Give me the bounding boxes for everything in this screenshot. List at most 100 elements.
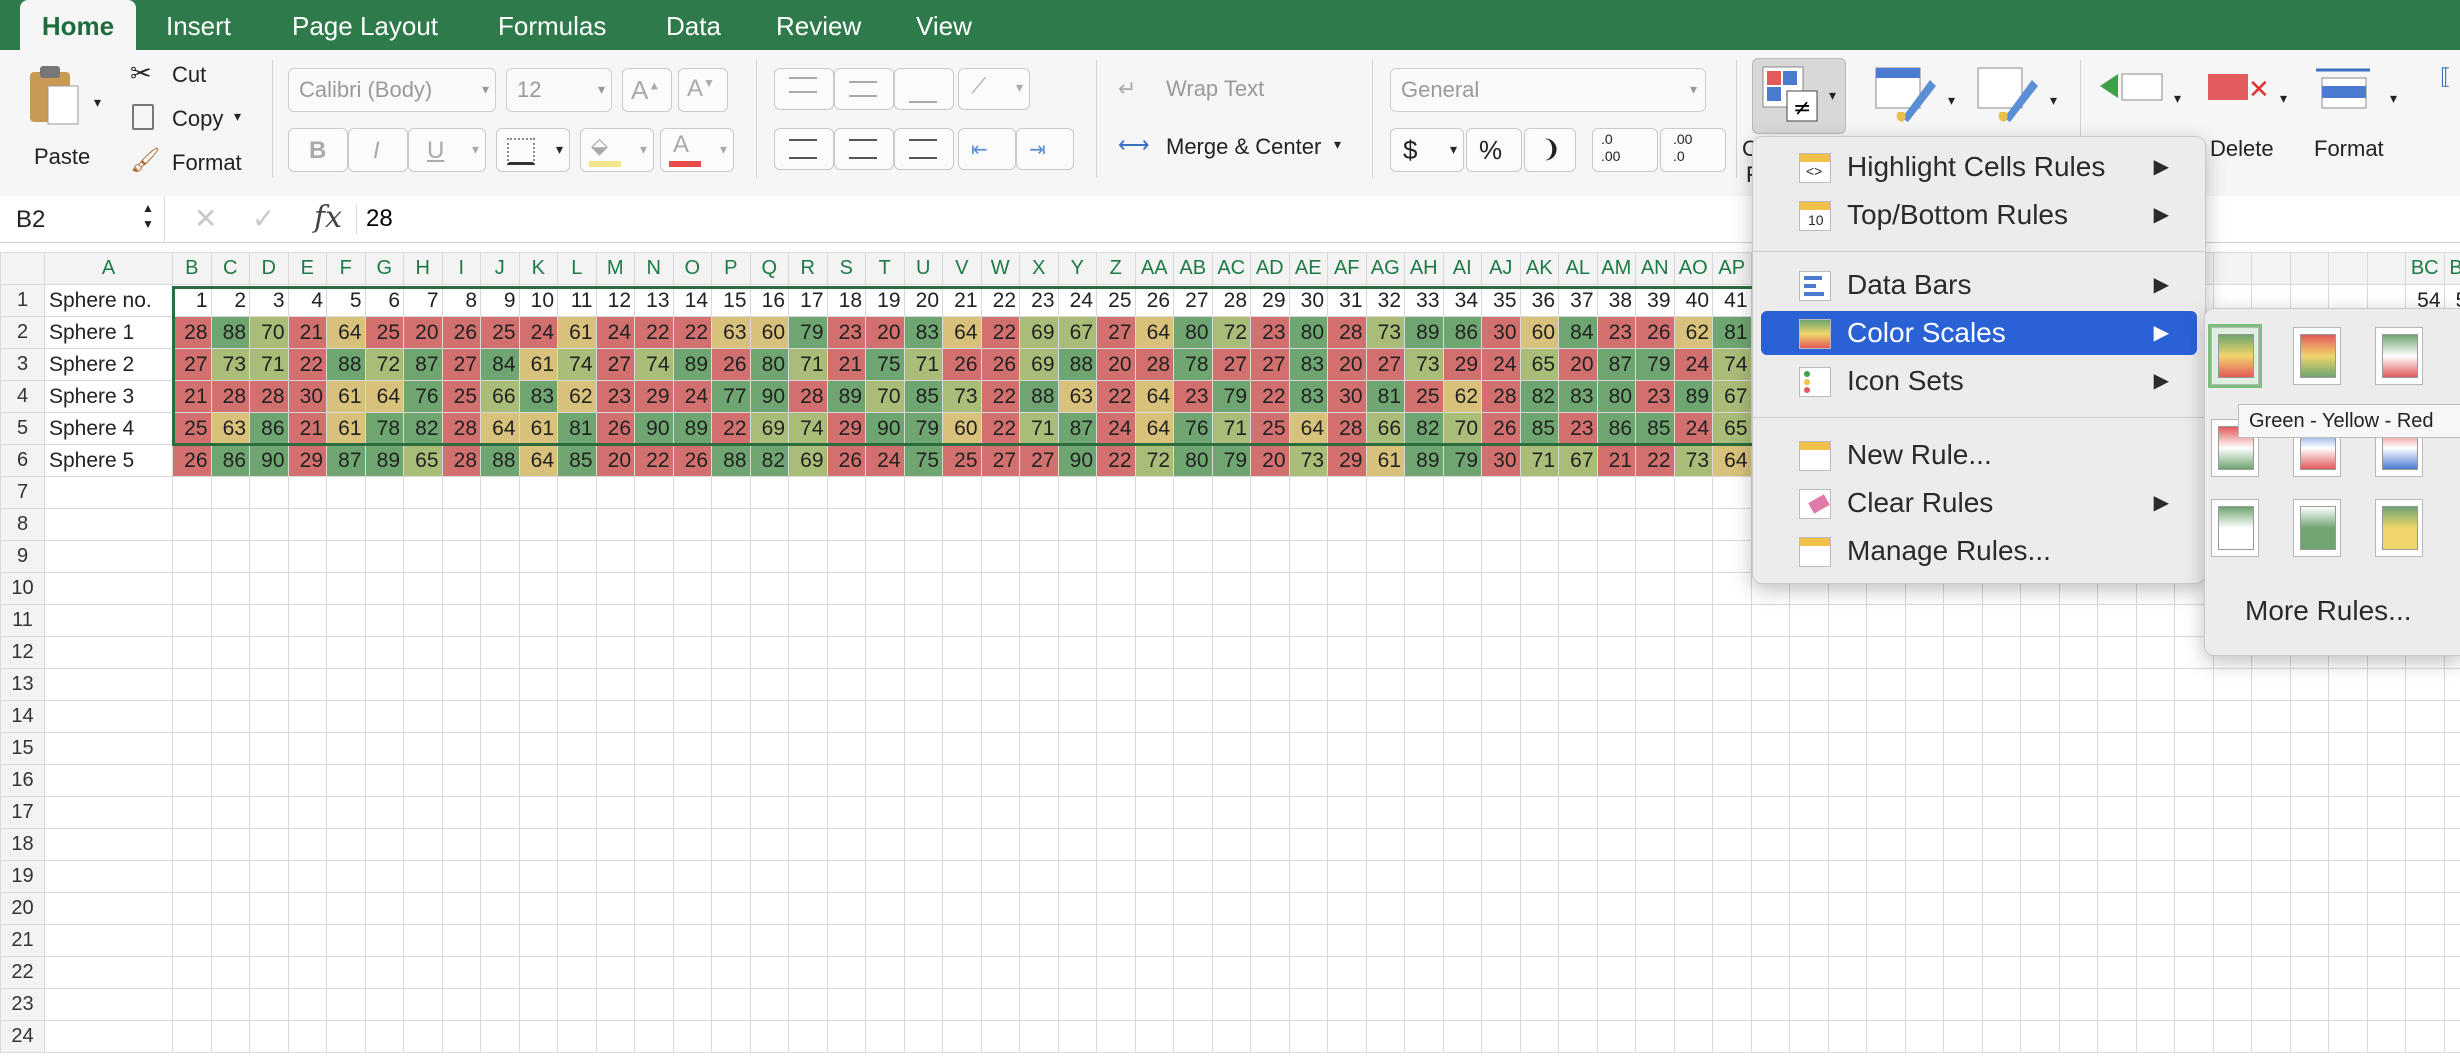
cell[interactable] <box>826 988 866 1021</box>
cell[interactable] <box>441 540 481 573</box>
cell[interactable]: 3 <box>249 284 289 317</box>
column-header[interactable]: BD <box>2443 252 2460 285</box>
cell[interactable] <box>1750 636 1790 669</box>
cell[interactable] <box>1327 636 1367 669</box>
cell[interactable]: 26 <box>441 316 481 349</box>
cell[interactable] <box>1596 540 1636 573</box>
cell[interactable] <box>1173 540 1213 573</box>
cell[interactable] <box>980 668 1020 701</box>
tab-review[interactable]: Review <box>776 0 861 50</box>
cell[interactable]: 71 <box>1519 444 1559 477</box>
cell[interactable] <box>172 540 212 573</box>
cell[interactable] <box>326 988 366 1021</box>
cell[interactable] <box>2366 764 2406 797</box>
cell[interactable] <box>1558 892 1598 925</box>
cell[interactable] <box>1673 476 1713 509</box>
cell[interactable]: 76 <box>403 380 443 413</box>
cell[interactable] <box>672 764 712 797</box>
cell[interactable] <box>287 956 327 989</box>
cell[interactable] <box>1173 572 1213 605</box>
cell[interactable] <box>441 828 481 861</box>
cell[interactable] <box>1211 860 1251 893</box>
cell[interactable] <box>1596 636 1636 669</box>
cell[interactable] <box>1134 508 1174 541</box>
cell[interactable] <box>1288 828 1328 861</box>
cell[interactable] <box>2174 764 2214 797</box>
cell[interactable] <box>1673 572 1713 605</box>
cell[interactable]: 14 <box>672 284 712 317</box>
cell[interactable] <box>1866 700 1906 733</box>
cell[interactable] <box>1057 828 1097 861</box>
cell[interactable]: 90 <box>249 444 289 477</box>
cell[interactable] <box>1057 668 1097 701</box>
cell[interactable] <box>1365 956 1405 989</box>
cell[interactable] <box>364 924 404 957</box>
function-icon[interactable]: fx <box>314 200 342 235</box>
select-all-corner[interactable] <box>0 252 45 285</box>
cell[interactable] <box>1943 764 1983 797</box>
cell[interactable] <box>2289 892 2329 925</box>
cell[interactable] <box>1712 476 1752 509</box>
cell[interactable] <box>1250 988 1290 1021</box>
cell[interactable] <box>1904 732 1944 765</box>
cell[interactable] <box>595 924 635 957</box>
cell[interactable] <box>441 668 481 701</box>
cell[interactable]: 88 <box>711 444 751 477</box>
cell[interactable] <box>1096 988 1136 1021</box>
cell[interactable] <box>1327 700 1367 733</box>
cell[interactable] <box>403 508 443 541</box>
cell[interactable] <box>44 572 173 605</box>
cell[interactable] <box>2058 604 2098 637</box>
cell[interactable] <box>1442 956 1482 989</box>
cell[interactable] <box>2328 764 2368 797</box>
cell[interactable] <box>480 668 520 701</box>
cell[interactable] <box>1096 732 1136 765</box>
cell[interactable] <box>403 860 443 893</box>
cell[interactable] <box>1096 892 1136 925</box>
cell[interactable] <box>2443 956 2460 989</box>
cell[interactable]: 65 <box>1519 348 1559 381</box>
cell[interactable] <box>1712 508 1752 541</box>
cell[interactable] <box>2443 668 2460 701</box>
cell[interactable] <box>1442 540 1482 573</box>
cell[interactable] <box>2443 796 2460 829</box>
cell[interactable] <box>1057 988 1097 1021</box>
cell[interactable] <box>2328 860 2368 893</box>
cell[interactable] <box>1866 1020 1906 1053</box>
align-top-button[interactable] <box>774 68 834 110</box>
row-header[interactable]: 6 <box>0 444 45 477</box>
cell[interactable] <box>44 764 173 797</box>
cell[interactable] <box>903 988 943 1021</box>
cell[interactable] <box>1173 700 1213 733</box>
cell[interactable] <box>903 796 943 829</box>
cell[interactable] <box>403 924 443 957</box>
cell[interactable] <box>2405 956 2445 989</box>
cell[interactable] <box>2135 1020 2175 1053</box>
cell[interactable] <box>1096 572 1136 605</box>
cell[interactable]: 30 <box>1327 380 1367 413</box>
column-header[interactable]: X <box>1019 252 1059 285</box>
cell[interactable]: 89 <box>1673 380 1713 413</box>
cell[interactable] <box>2289 700 2329 733</box>
cell[interactable] <box>2020 860 2060 893</box>
cell[interactable] <box>364 476 404 509</box>
cell[interactable] <box>1404 476 1444 509</box>
cell[interactable] <box>595 604 635 637</box>
cell[interactable] <box>210 796 250 829</box>
cell[interactable]: 24 <box>672 380 712 413</box>
cell[interactable] <box>249 956 289 989</box>
cell[interactable]: 35 <box>1481 284 1521 317</box>
cell[interactable] <box>1057 924 1097 957</box>
cell[interactable] <box>672 796 712 829</box>
cell[interactable] <box>1635 924 1675 957</box>
cell[interactable]: 89 <box>1404 444 1444 477</box>
cell[interactable] <box>595 540 635 573</box>
cell[interactable] <box>441 636 481 669</box>
cell[interactable] <box>788 572 828 605</box>
row-header[interactable]: 16 <box>0 764 45 797</box>
cell[interactable] <box>1558 828 1598 861</box>
cell[interactable] <box>518 892 558 925</box>
cell[interactable] <box>1712 828 1752 861</box>
cell[interactable] <box>1134 540 1174 573</box>
cell[interactable] <box>1519 796 1559 829</box>
